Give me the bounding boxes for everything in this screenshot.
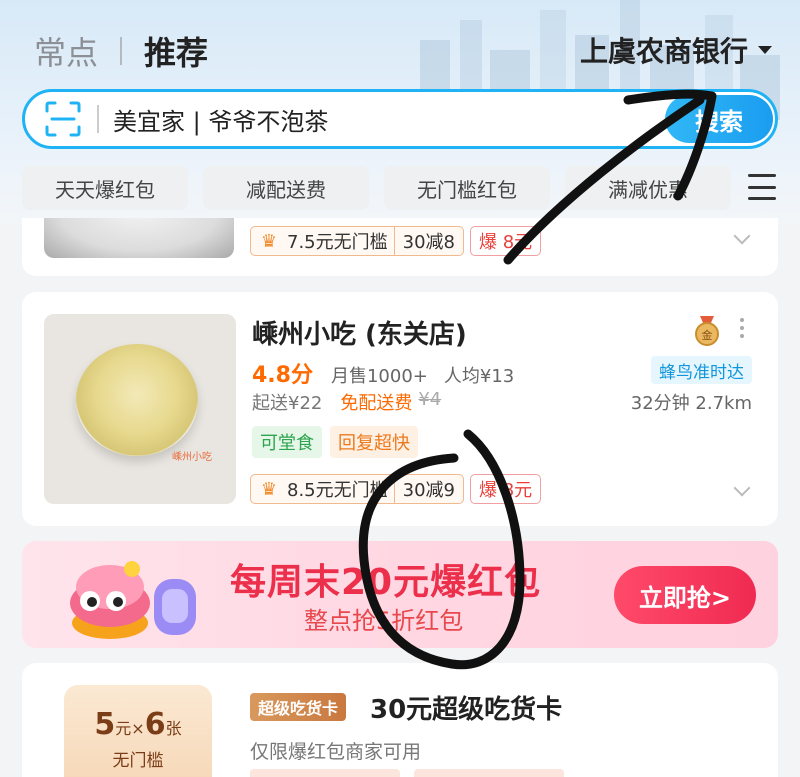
promo-pill: ♛ 7.5元无门槛 30减8: [250, 226, 464, 256]
header-tabs: 常点 推荐: [34, 28, 208, 74]
location-text: 上虞农商银行: [579, 35, 748, 68]
promo-pill: ♛ 8.5元无门槛 30减9: [250, 474, 464, 504]
food-bowl-image: [76, 344, 198, 456]
chevron-down-icon[interactable]: [733, 479, 751, 497]
search-button[interactable]: 搜索: [665, 95, 773, 143]
tab-frequent[interactable]: 常点: [34, 28, 98, 74]
search-bar[interactable]: 美宜家 | 爷爷不泡茶 搜索: [22, 89, 778, 149]
location-selector[interactable]: 上虞农商银行: [580, 30, 772, 70]
store-thumbnail: [44, 218, 234, 258]
promo-red: 爆 8元: [470, 226, 542, 256]
fee-row: 起送¥22 免配送费 ¥4: [252, 389, 441, 415]
search-separator: [97, 105, 99, 133]
coupon-description: 仅限爆红包商家可用: [250, 741, 422, 763]
medal-text: 金: [702, 328, 713, 342]
filter-chip[interactable]: 天天爆红包: [22, 166, 188, 210]
filter-chip[interactable]: 满减优惠: [565, 166, 731, 210]
gold-medal-icon: 金: [695, 316, 719, 346]
menu-icon[interactable]: [748, 174, 776, 200]
coupon-condition: 无门槛: [112, 751, 164, 771]
rating-row: 4.8分 月售1000+ 人均¥13: [252, 357, 514, 389]
store-rating: 4.8分: [252, 363, 313, 388]
monthly-sales: 月售1000+: [330, 366, 428, 387]
store-name[interactable]: 嵊州小吃 (东关店): [252, 314, 467, 351]
promo-banner[interactable]: 每周末20元爆红包 整点抢5折红包 立即抢>: [22, 541, 778, 648]
scan-icon[interactable]: [43, 99, 83, 139]
caret-down-icon: [758, 46, 772, 54]
store-tag: 可堂食: [252, 426, 322, 458]
promo-sub: 30减8: [393, 227, 463, 255]
promo-red: 爆 8元: [470, 474, 542, 504]
tab-divider: [120, 37, 123, 65]
filter-chips: 天天爆红包 减配送费 无门槛红包 满减优惠: [22, 166, 746, 210]
promo-main: 8.5元无门槛: [287, 480, 388, 501]
grab-now-button[interactable]: 立即抢>: [614, 566, 756, 624]
coupon-title[interactable]: 30元超级吃货卡: [370, 689, 562, 726]
crown-icon: ♛: [260, 478, 278, 500]
super-card-badge: 超级吃货卡: [250, 693, 347, 721]
more-options-icon[interactable]: [740, 318, 744, 338]
filter-chip[interactable]: 无门槛红包: [384, 166, 550, 210]
min-order: 起送¥22: [252, 393, 323, 414]
tab-recommend[interactable]: 推荐: [144, 28, 208, 74]
promo-row: ♛ 7.5元无门槛 30减8 爆 8元: [250, 226, 542, 256]
store-tags: 可堂食 回复超快: [252, 426, 426, 458]
store-card[interactable]: 嵊州小吃 嵊州小吃 (东关店) 金 4.8分 月售1000+ 人均¥13 蜂鸟准…: [22, 292, 778, 526]
coupon-amount: 5元×6张: [94, 707, 182, 742]
thumbnail-watermark: 嵊州小吃: [172, 452, 212, 463]
promo-row: ♛ 8.5元无门槛 30减9 爆 8元: [250, 474, 542, 504]
average-price: 人均¥13: [443, 366, 515, 387]
original-delivery-fee: ¥4: [418, 389, 442, 410]
coupon-tags: [250, 769, 578, 777]
chevron-down-icon[interactable]: [733, 227, 751, 245]
delivery-eta: 32分钟 2.7km: [630, 393, 752, 414]
banner-subtitle: 整点抢5折红包: [304, 607, 464, 635]
crown-icon: ♛: [260, 230, 278, 252]
store-tag: 回复超快: [330, 426, 418, 458]
promo-sub: 30减9: [393, 475, 463, 503]
store-card-partial[interactable]: ♛ 7.5元无门槛 30减8 爆 8元: [22, 218, 778, 276]
delivery-badge: 蜂鸟准时达: [651, 356, 752, 384]
banner-title: 每周末20元爆红包: [230, 562, 542, 603]
store-thumbnail: 嵊州小吃: [44, 314, 236, 504]
coupon-box: 5元×6张 无门槛: [64, 685, 212, 777]
free-delivery: 免配送费: [340, 393, 413, 414]
filter-chip[interactable]: 减配送费: [203, 166, 369, 210]
promo-main: 7.5元无门槛: [287, 232, 388, 253]
coupon-card[interactable]: 5元×6张 无门槛 超级吃货卡 30元超级吃货卡 仅限爆红包商家可用: [22, 663, 778, 777]
burger-mascot-illustration: [70, 561, 196, 639]
